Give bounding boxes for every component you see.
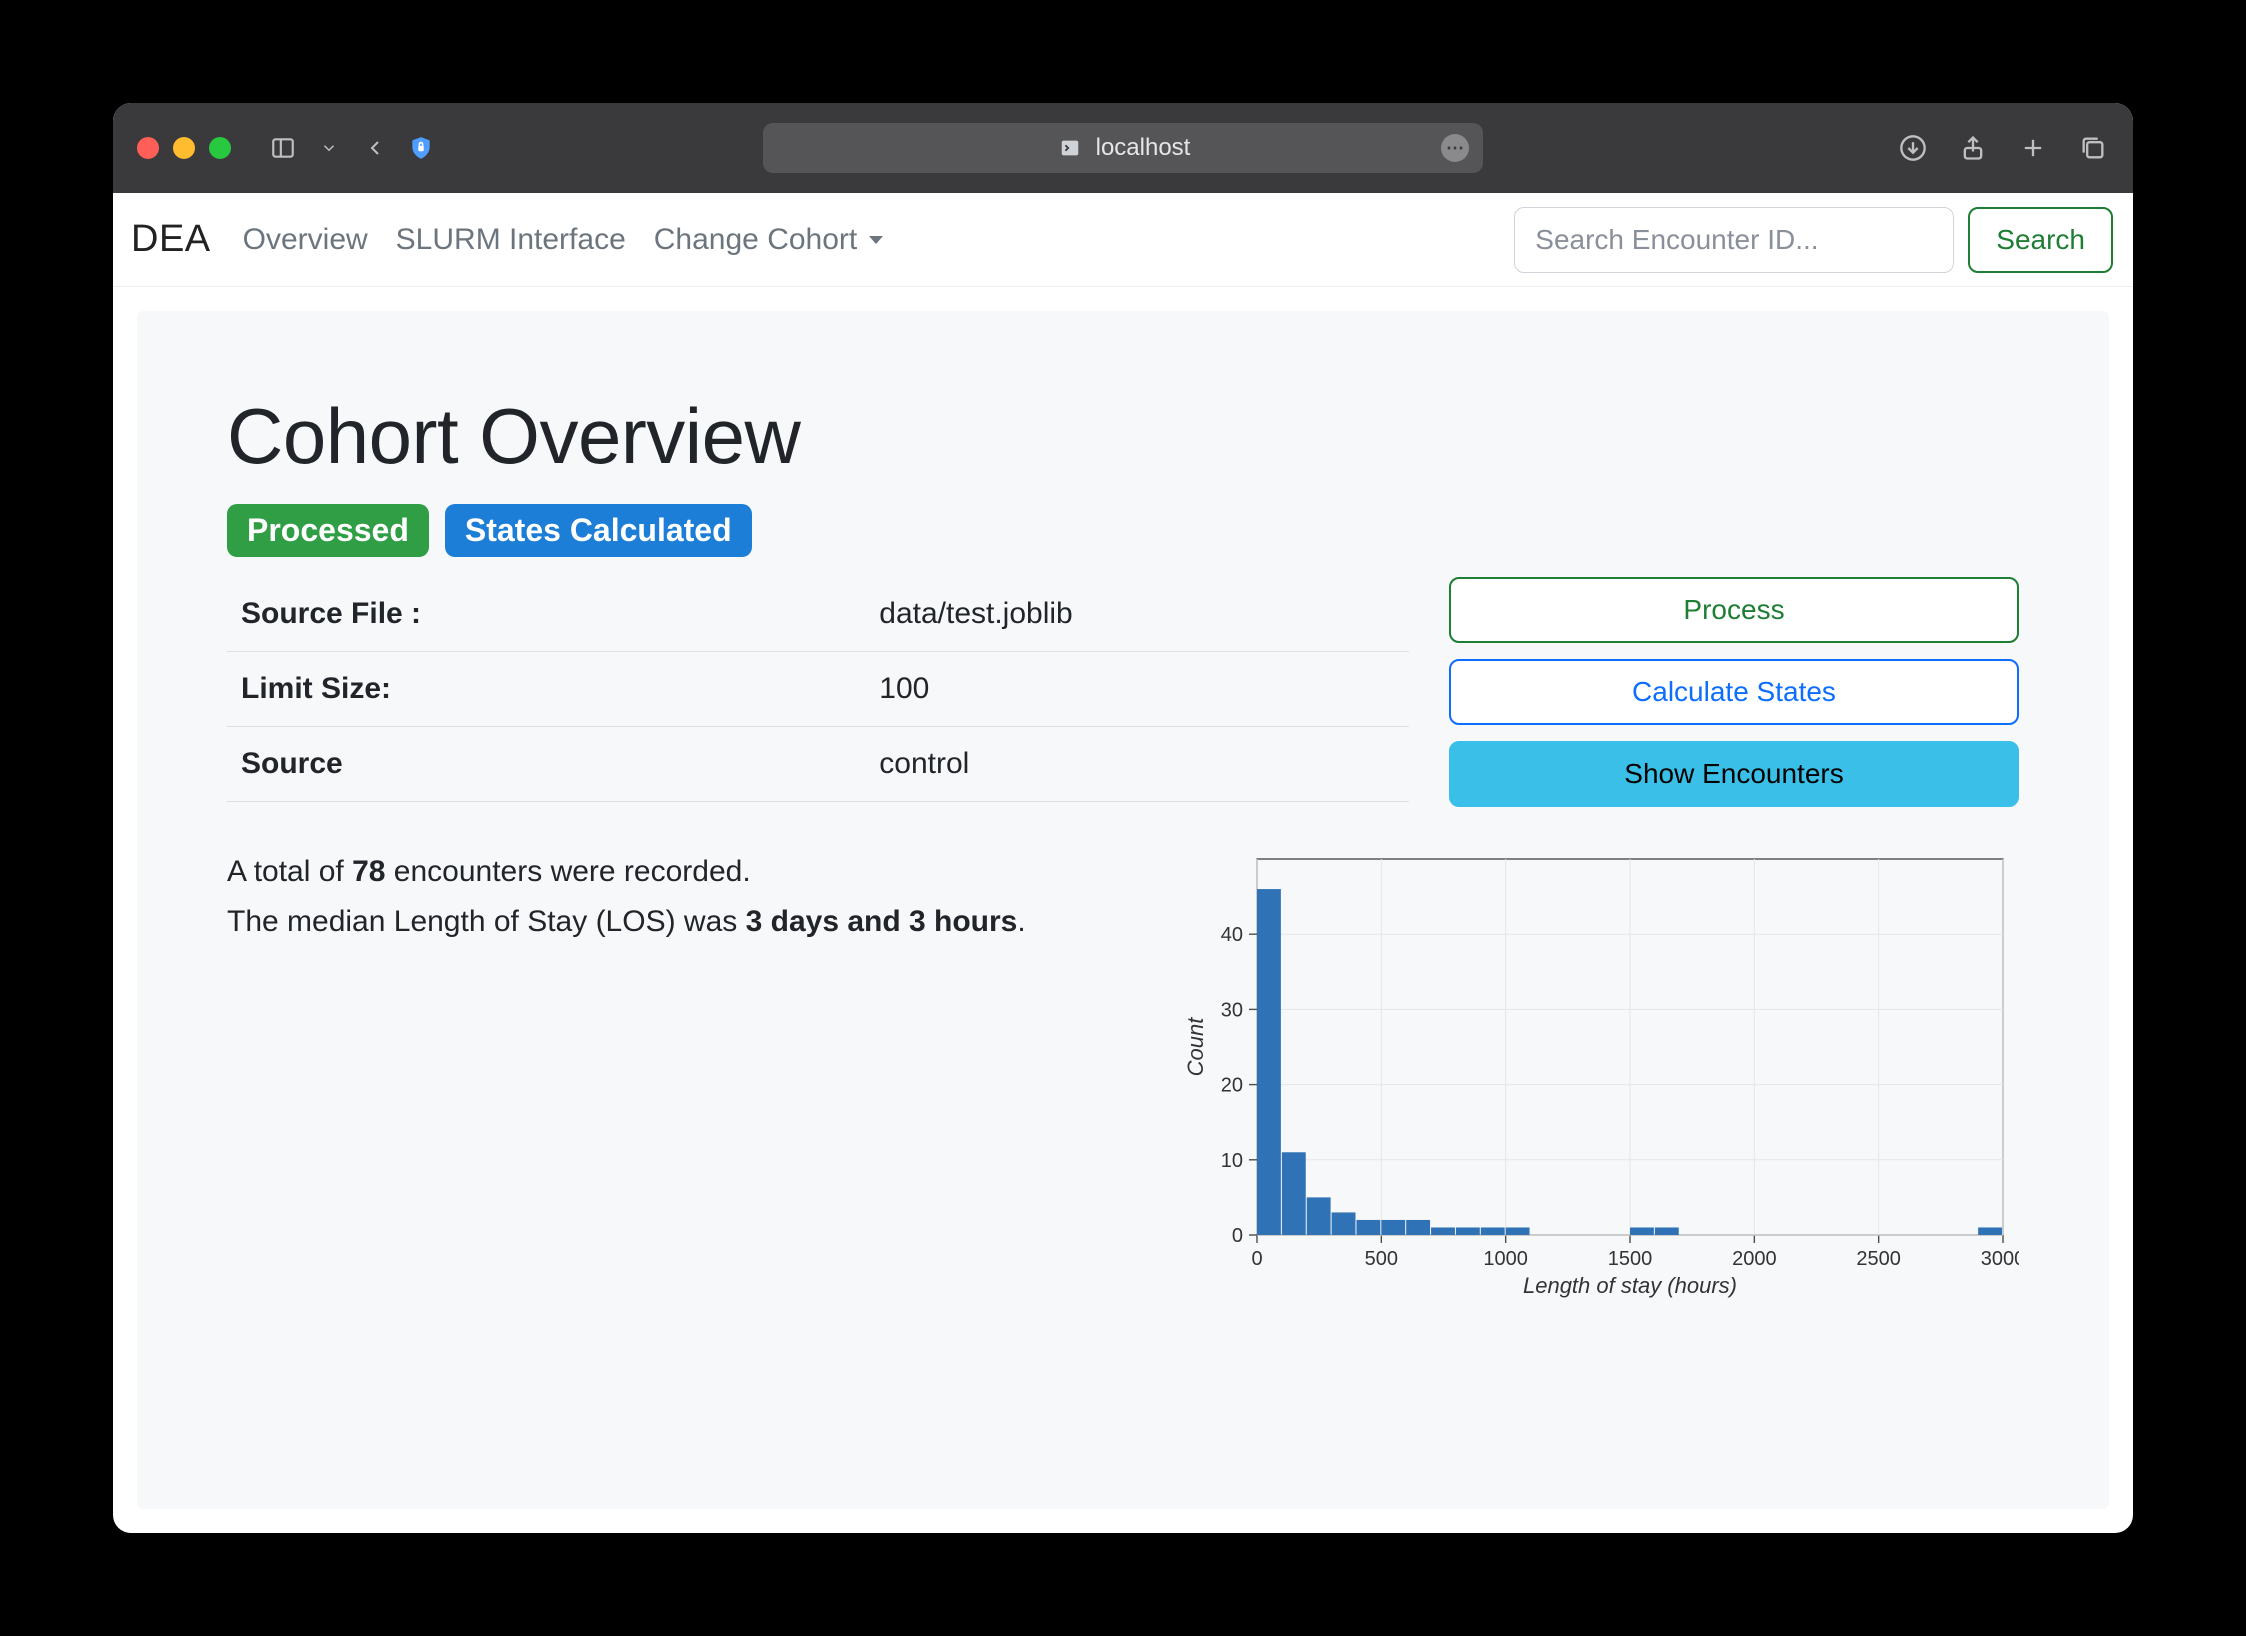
address-text: localhost: [1096, 134, 1191, 162]
table-row: Source control: [227, 727, 1409, 802]
window-close-button[interactable]: [137, 137, 159, 159]
app-navbar: DEA Overview SLURM Interface Change Coho…: [113, 193, 2133, 287]
actions-column: Process Calculate States Show Encounters: [1449, 577, 2019, 807]
summary-text-part: .: [1017, 905, 1025, 938]
nav-slurm-label: SLURM Interface: [396, 223, 626, 257]
chart-svg: 0 500 1000 1500 2000 2500 3000 0 10 20 30 40 Length …: [1179, 847, 2019, 1307]
nav-change-cohort[interactable]: Change Cohort: [654, 223, 883, 257]
svg-text:0: 0: [1232, 1225, 1243, 1247]
summary-text-part: The median Length of Stay (LOS) was: [227, 905, 746, 938]
panel: Cohort Overview Processed States Calcula…: [137, 311, 2109, 1509]
table-row: Limit Size: 100: [227, 652, 1409, 727]
terminal-icon: [1056, 134, 1084, 162]
nav-slurm-interface[interactable]: SLURM Interface: [396, 223, 626, 257]
svg-text:3000: 3000: [1981, 1248, 2019, 1270]
info-label: Limit Size:: [227, 652, 865, 727]
window-minimize-button[interactable]: [173, 137, 195, 159]
svg-text:500: 500: [1365, 1248, 1398, 1270]
nav-links: Overview SLURM Interface Change Cohort: [243, 223, 884, 257]
los-histogram: 0 500 1000 1500 2000 2500 3000 0 10 20 30 40 Length …: [1179, 847, 2019, 1307]
search-button[interactable]: Search: [1968, 207, 2113, 273]
chevron-down-icon: [869, 236, 883, 244]
info-value: 100: [865, 652, 1409, 727]
svg-text:2500: 2500: [1856, 1248, 1901, 1270]
badge-processed: Processed: [227, 504, 429, 557]
summary-text: A total of 78 encounters were recorded. …: [227, 847, 1119, 946]
show-encounters-button[interactable]: Show Encounters: [1449, 741, 2019, 807]
sidebar-icon[interactable]: [269, 134, 297, 162]
svg-text:2000: 2000: [1732, 1248, 1777, 1270]
share-icon[interactable]: [1957, 132, 1989, 164]
svg-text:0: 0: [1251, 1248, 1262, 1270]
process-button[interactable]: Process: [1449, 577, 2019, 643]
nav-overview-label: Overview: [243, 223, 368, 257]
nav-overview[interactable]: Overview: [243, 223, 368, 257]
page-title: Cohort Overview: [227, 391, 2019, 482]
browser-window: localhost ⋯ DEA Overview SLURM Interface…: [113, 103, 2133, 1533]
reader-icon[interactable]: ⋯: [1441, 134, 1469, 162]
table-row: Source File : data/test.joblib: [227, 577, 1409, 652]
content: Cohort Overview Processed States Calcula…: [113, 287, 2133, 1533]
svg-text:Length of stay (hours): Length of stay (hours): [1523, 1273, 1737, 1298]
titlebar: localhost ⋯: [113, 103, 2133, 193]
downloads-icon[interactable]: [1897, 132, 1929, 164]
toolbar-left: [269, 134, 435, 162]
nav-right: Search: [1514, 207, 2113, 273]
summary-text-part: A total of: [227, 855, 352, 888]
brand[interactable]: DEA: [131, 218, 211, 261]
info-value: control: [865, 727, 1409, 802]
toolbar-right: [1897, 132, 2109, 164]
window-maximize-button[interactable]: [209, 137, 231, 159]
svg-text:10: 10: [1221, 1150, 1243, 1172]
address-bar[interactable]: localhost ⋯: [763, 123, 1483, 173]
shield-lock-icon[interactable]: [407, 134, 435, 162]
svg-text:40: 40: [1221, 924, 1243, 946]
svg-text:Count: Count: [1183, 1017, 1208, 1077]
chevron-down-icon[interactable]: [315, 134, 343, 162]
info-table: Source File : data/test.joblib Limit Siz…: [227, 577, 1409, 802]
info-label: Source File :: [227, 577, 865, 652]
summary-encounters-count: 78: [352, 855, 385, 888]
search-input[interactable]: [1514, 207, 1954, 273]
svg-text:30: 30: [1221, 999, 1243, 1021]
badges: Processed States Calculated: [227, 504, 2019, 557]
info-value: data/test.joblib: [865, 577, 1409, 652]
calculate-states-button[interactable]: Calculate States: [1449, 659, 2019, 725]
svg-text:1000: 1000: [1483, 1248, 1528, 1270]
nav-change-cohort-label: Change Cohort: [654, 223, 857, 257]
info-label: Source: [227, 727, 865, 802]
badge-states-calculated: States Calculated: [445, 504, 752, 557]
new-tab-icon[interactable]: [2017, 132, 2049, 164]
tabs-icon[interactable]: [2077, 132, 2109, 164]
traffic-lights: [137, 137, 231, 159]
svg-text:20: 20: [1221, 1075, 1243, 1097]
back-icon[interactable]: [361, 134, 389, 162]
summary-text-part: encounters were recorded.: [385, 855, 750, 888]
svg-text:1500: 1500: [1608, 1248, 1653, 1270]
summary-median-los: 3 days and 3 hours: [746, 905, 1018, 938]
